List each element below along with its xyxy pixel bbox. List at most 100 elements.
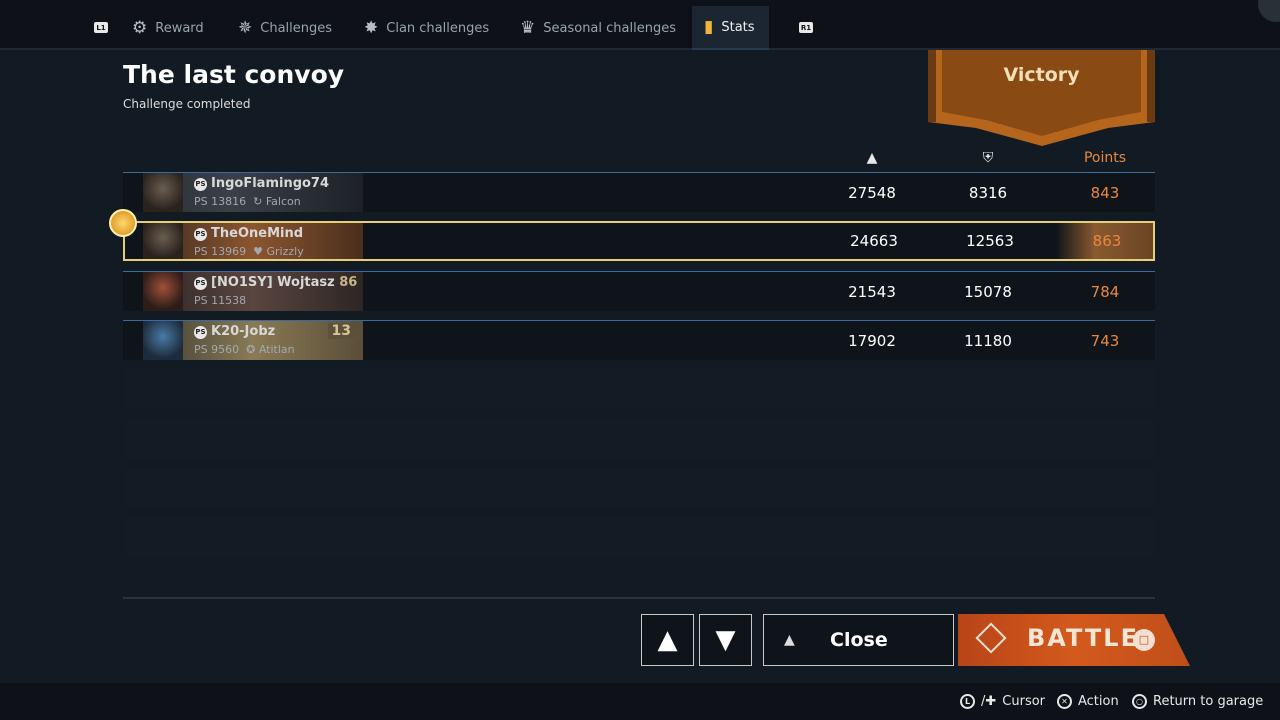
battle-label: BATTLE [1027,624,1139,652]
avatar [143,173,183,212]
cross-button-icon: ✕ [1057,694,1072,709]
avatar [143,321,183,360]
falcon-clan-icon: ↻ [253,195,263,208]
dislike-button[interactable]: ▼ [699,614,752,666]
close-label: Close [830,629,888,651]
power-score: PS 13969 [194,245,247,258]
playstation-icon: PS [194,326,207,339]
points-value: 843 [1090,184,1120,202]
tab-label: Reward [155,20,204,36]
player-meta: PS 13969 ♥ Grizzly [194,245,304,258]
damage-column-header: ▲ [832,150,912,166]
grizzly-clan-icon: ♥ [253,245,263,258]
player-level: 86 [339,275,358,290]
player-meta: PS 13816 ↻ Falcon [194,195,301,208]
top-nav-bar: L1 ⚙ Reward ✵ Challenges ✸ Clan challeng… [0,0,1280,50]
player-card: PS TheOneMind PS 13969 ♥ Grizzly [143,223,363,259]
player-name: K20-Jobz [211,324,276,339]
l1-button-hint[interactable]: L1 [94,22,108,33]
thumbs-down-icon: ▼ [715,625,736,655]
action-hint: ✕ Action [1057,694,1119,709]
damage-icon: ▲ [866,150,878,166]
armor-column-header: ⛨ [948,150,1028,166]
points-value: 743 [1090,332,1120,350]
player-row[interactable]: PS IngoFlamingo74 PS 13816 ↻ Falcon 2754… [123,172,1155,212]
tab-seasonal-challenges[interactable]: ♛ Seasonal challenges [520,6,676,50]
tab-label: Seasonal challenges [543,20,676,36]
points-value: 784 [1090,283,1120,301]
like-button[interactable]: ▲ [641,614,694,666]
tab-challenges[interactable]: ✵ Challenges [238,6,332,50]
power-score: PS 9560 [194,343,240,356]
playstation-icon: PS [194,277,207,290]
close-button[interactable]: ▲ Close [763,614,954,666]
empty-row [123,419,1155,459]
damage-value: 17902 [848,332,896,350]
hint-label: Cursor [1002,694,1046,709]
square-button-icon: □ [1133,629,1155,651]
circle-button-icon: ○ [1132,694,1147,709]
damage-value: 27548 [848,184,896,202]
tab-label: Clan challenges [386,20,490,36]
stats-icon: ▮ [704,17,714,37]
player-name: [NO1SY] Wojtasz 86 [211,275,357,290]
tab-label: Challenges [260,20,333,36]
tab-stats[interactable]: ▮ Stats [692,6,769,50]
player-row[interactable]: PS [NO1SY] Wojtasz 86 PS 11538 21543 150… [123,271,1155,311]
empty-row [123,369,1155,409]
armor-value: 15078 [964,283,1012,301]
page-title: The last convoy [123,60,345,89]
player-meta: PS 9560 ✪ Atitlan [194,343,295,356]
player-meta: PS 11538 [194,294,246,307]
hint-label: Action [1078,694,1119,709]
page-subtitle: Challenge completed [123,97,251,111]
player-level-badge: 13 [327,323,355,339]
seasonal-challenges-icon: ♛ [520,18,536,38]
player-card: PS IngoFlamingo74 PS 13816 ↻ Falcon [143,173,363,212]
corner-button[interactable] [1258,0,1280,22]
clan-name: Falcon [265,195,301,208]
return-hint: ○ Return to garage [1132,694,1263,709]
tab-reward[interactable]: ⚙ Reward [132,6,204,50]
tab-label: Stats [721,19,755,35]
player-name-text: [NO1SY] Wojtasz [211,275,335,290]
challenges-icon: ✵ [238,18,253,38]
armor-value: 11180 [964,332,1012,350]
points-value: 863 [1092,232,1122,250]
medal-icon [109,209,137,237]
player-row-selected[interactable]: PS TheOneMind PS 13969 ♥ Grizzly 24663 1… [109,209,1155,261]
avatar [143,272,183,311]
clan-name: Atitlan [258,343,295,356]
atitlan-clan-icon: ✪ [246,343,256,356]
armor-value: 12563 [966,232,1014,250]
garage-icon: ▲ [784,632,795,648]
armor-icon: ⛨ [982,150,994,166]
result-label: Victory [1003,64,1080,86]
thumbs-up-icon: ▲ [657,625,678,655]
dpad-icon: /✚ [981,694,997,709]
empty-row [123,517,1155,557]
player-card: PS [NO1SY] Wojtasz 86 PS 11538 [143,272,363,311]
cursor-hint: L /✚ Cursor [960,694,1045,709]
clan-name: Grizzly [266,245,304,258]
player-row[interactable]: PS K20-Jobz 13 PS 9560 ✪ Atitlan 17902 1… [123,320,1155,360]
damage-value: 21543 [848,283,896,301]
playstation-icon: PS [194,228,207,241]
points-column-header: Points [1083,150,1127,166]
avatar [143,223,183,259]
power-score: PS 13816 [194,195,247,208]
reward-icon: ⚙ [132,18,148,38]
footer-bar: L /✚ Cursor ✕ Action ○ Return to garage [0,683,1280,720]
divider [123,597,1155,599]
damage-value: 24663 [850,232,898,250]
playstation-icon: PS [194,178,207,191]
left-stick-icon: L [960,694,975,709]
battle-button[interactable]: BATTLE □ [958,614,1190,666]
battle-icon [975,622,1007,654]
player-name: IngoFlamingo74 [211,176,330,191]
armor-value: 8316 [968,184,1008,202]
player-card: PS K20-Jobz 13 PS 9560 ✪ Atitlan [143,321,363,360]
r1-button-hint[interactable]: R1 [799,22,813,33]
player-name: TheOneMind [211,226,304,241]
tab-clan-challenges[interactable]: ✸ Clan challenges [364,6,489,50]
